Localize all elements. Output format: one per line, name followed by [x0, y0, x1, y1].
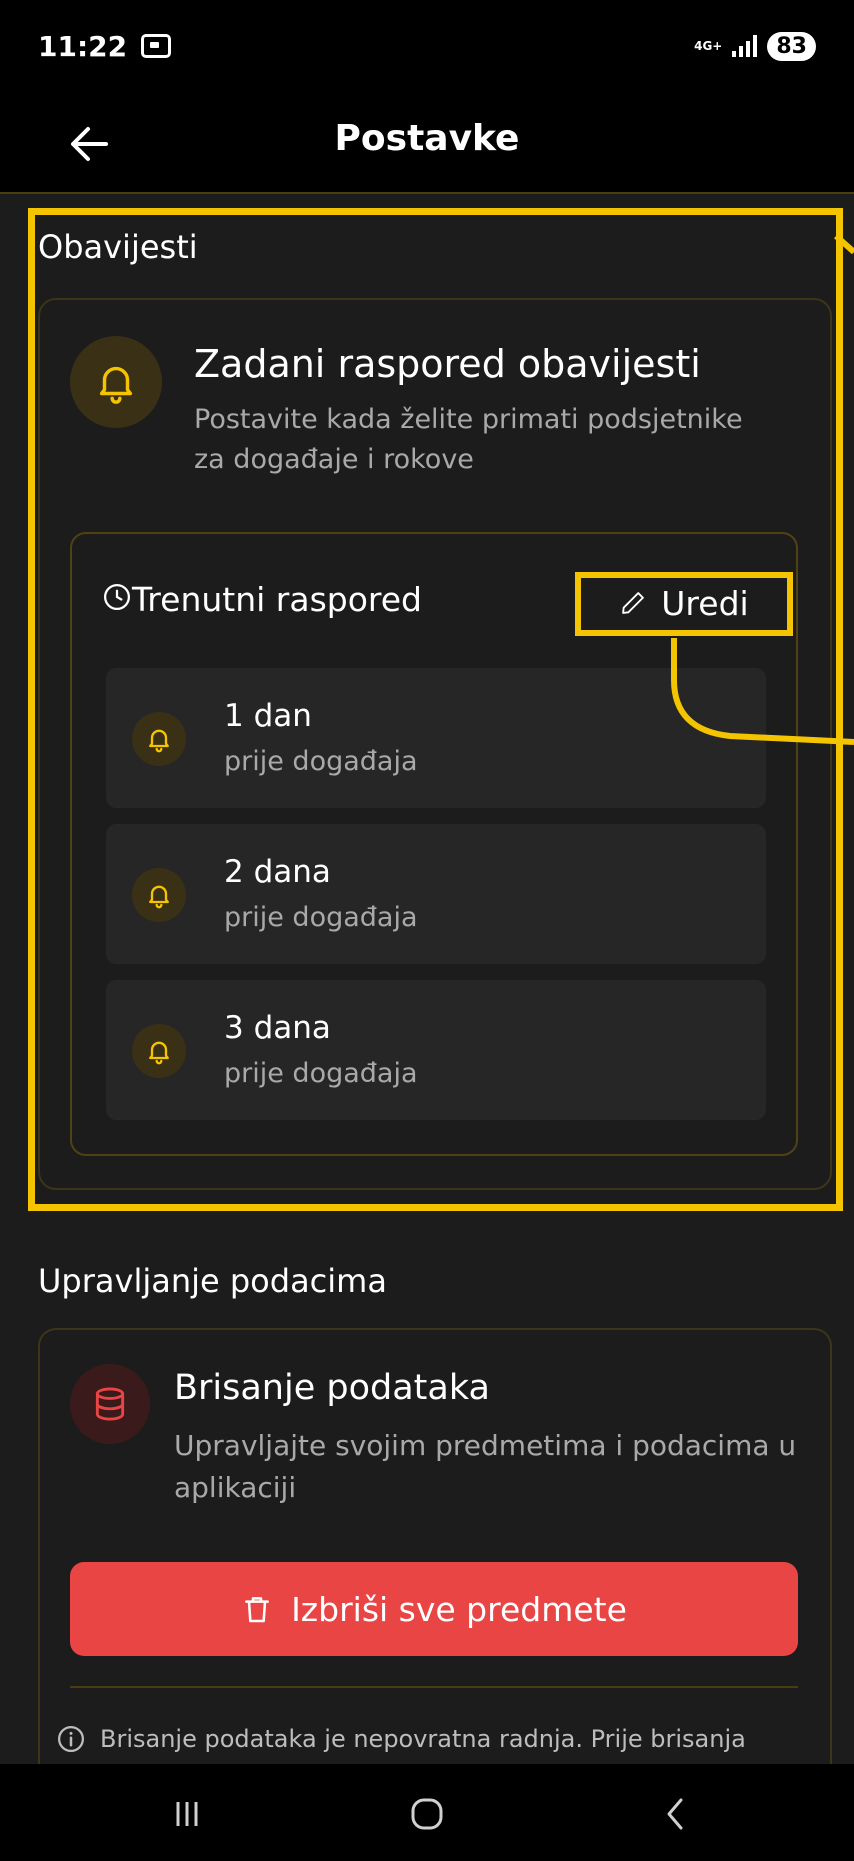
- database-icon: [95, 1387, 125, 1421]
- home-icon: [411, 1798, 443, 1830]
- reminder-value: 2 dana: [224, 854, 331, 890]
- current-schedule-panel: Trenutni raspored Uredi 1 dan prije doga…: [70, 532, 798, 1156]
- status-indicators: 4G+ 83: [694, 31, 816, 61]
- bell-icon: [99, 366, 133, 404]
- battery-indicator: 83: [767, 31, 816, 61]
- data-deletion-card: Brisanje podataka Upravljajte svojim pre…: [38, 1328, 832, 1764]
- reminder-subtitle: prije događaja: [224, 1058, 418, 1089]
- app-bar: Postavke: [0, 92, 854, 194]
- bell-icon-badge: [132, 712, 186, 766]
- bell-icon-badge: [70, 336, 162, 428]
- system-nav-bar: [0, 1764, 854, 1861]
- status-bar: 11:22 4G+ 83: [0, 0, 854, 92]
- reminder-item: 2 dana prije događaja: [106, 824, 766, 964]
- card-title: Zadani raspored obavijesti: [194, 342, 701, 386]
- info-icon: [58, 1726, 84, 1752]
- network-type-icon: 4G+: [694, 39, 723, 53]
- divider: [70, 1686, 798, 1688]
- reminder-item: 1 dan prije događaja: [106, 668, 766, 808]
- delete-button-label: Izbriši sve predmete: [291, 1589, 627, 1629]
- chevron-left-icon: [667, 1798, 683, 1830]
- pencil-icon: [622, 592, 645, 614]
- card-description-line-2: za događaje i rokove: [194, 444, 474, 475]
- system-back-button[interactable]: [640, 1786, 710, 1842]
- edit-label: Uredi: [661, 583, 749, 623]
- section-label-data-management: Upravljanje podacima: [38, 1262, 387, 1300]
- delete-all-subjects-button[interactable]: Izbriši sve predmete: [70, 1562, 798, 1656]
- reminder-subtitle: prije događaja: [224, 902, 418, 933]
- screenshot-icon: [141, 34, 172, 58]
- reminder-item: 3 dana prije događaja: [106, 980, 766, 1120]
- edit-schedule-button[interactable]: Uredi: [584, 564, 784, 642]
- recent-apps-icon: [176, 1802, 198, 1826]
- card-description-line-1: Postavite kada želite primati podsjetnik…: [194, 404, 743, 435]
- reminder-value: 3 dana: [224, 1010, 331, 1046]
- home-button[interactable]: [392, 1786, 462, 1842]
- bell-icon: [149, 729, 169, 753]
- current-schedule-label: Trenutni raspored: [132, 580, 423, 619]
- trash-icon: [245, 1597, 270, 1623]
- reminder-value: 1 dan: [224, 698, 312, 734]
- bell-icon-badge: [132, 868, 186, 922]
- page-title: Postavke: [334, 118, 520, 159]
- card-description-line-1: Upravljajte svojim predmetima i podacima…: [174, 1429, 797, 1462]
- bell-icon: [149, 1041, 169, 1065]
- status-time: 11:22: [38, 29, 128, 63]
- card-description-line-2: aplikaciji: [174, 1471, 297, 1504]
- info-notice: Brisanje podataka je nepovratna radnja. …: [56, 1724, 746, 1754]
- database-icon-badge: [70, 1364, 150, 1444]
- signal-icon: [732, 35, 758, 57]
- bell-icon: [149, 885, 169, 909]
- recent-apps-button[interactable]: [152, 1786, 222, 1842]
- clock-icon: [104, 584, 130, 610]
- reminder-subtitle: prije događaja: [224, 746, 418, 777]
- section-label-notifications: Obavijesti: [38, 228, 198, 266]
- card-title: Brisanje podataka: [174, 1368, 490, 1408]
- info-text: Brisanje podataka je nepovratna radnja. …: [100, 1725, 746, 1753]
- bell-icon-badge: [132, 1024, 186, 1078]
